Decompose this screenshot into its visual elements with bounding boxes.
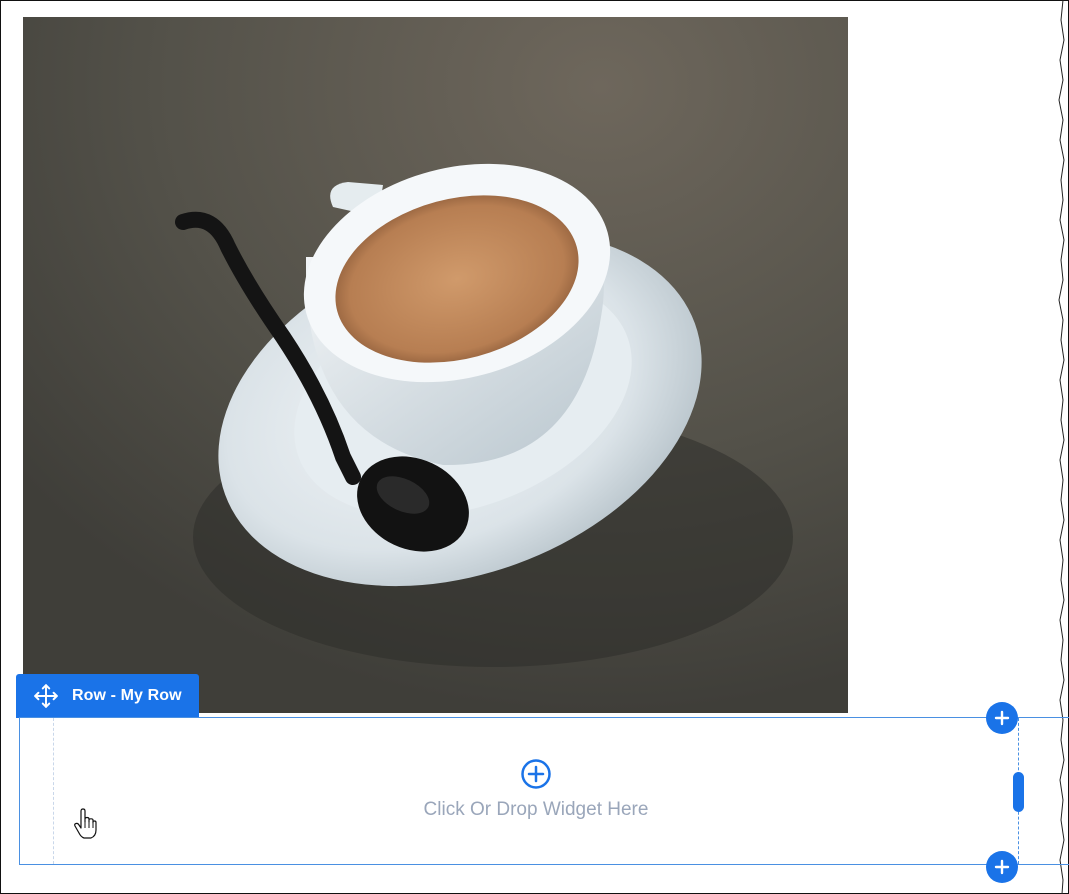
column-resize-handle[interactable] xyxy=(1013,772,1024,812)
add-row-above-button[interactable] xyxy=(986,702,1018,734)
plus-icon xyxy=(994,710,1010,726)
row-tab-label[interactable]: Row - My Row xyxy=(72,687,182,705)
add-row-below-button[interactable] xyxy=(986,851,1018,883)
coffee-photo[interactable] xyxy=(23,17,848,713)
hand-pointer-icon xyxy=(74,808,97,839)
widget-drop-zone[interactable]: Click Or Drop Widget Here xyxy=(54,740,1018,850)
drop-zone-text: Click Or Drop Widget Here xyxy=(423,799,649,820)
plus-icon xyxy=(994,859,1010,875)
add-widget-icon[interactable] xyxy=(520,758,552,790)
row-handle-tab[interactable]: Row - My Row xyxy=(16,674,199,718)
move-icon[interactable] xyxy=(33,683,59,709)
